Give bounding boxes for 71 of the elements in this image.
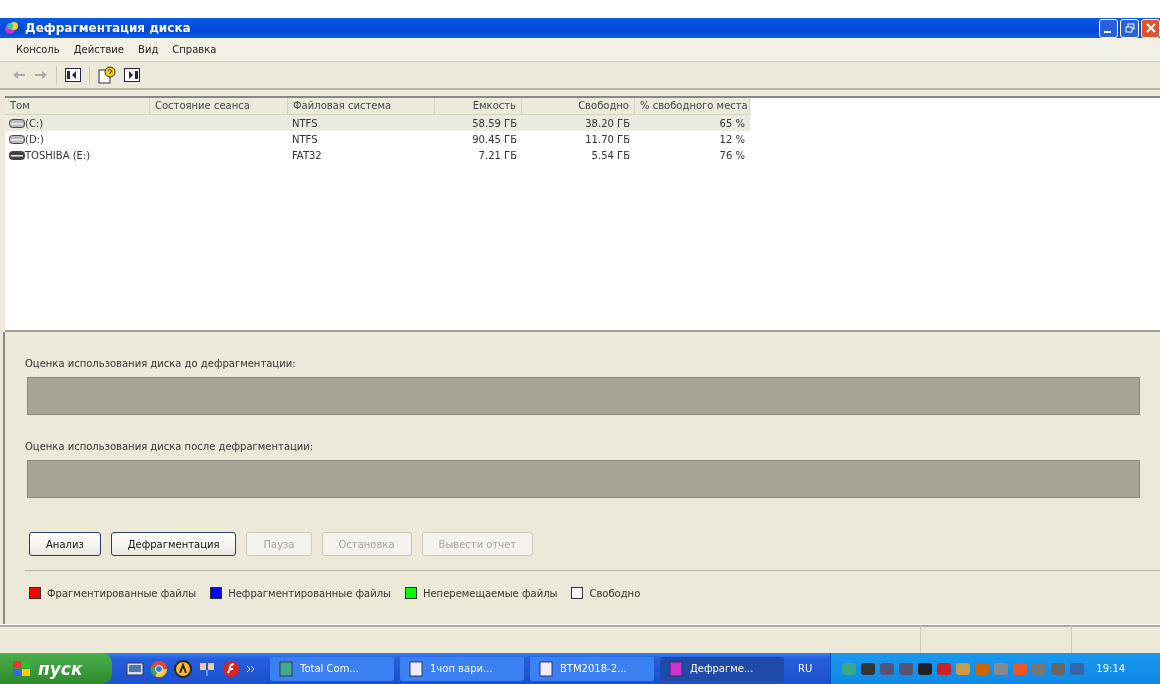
table-cell: 76 %	[719, 149, 745, 161]
restore-icon	[1124, 23, 1135, 33]
after-label: Оценка использования диска после дефрагментации:	[25, 441, 315, 452]
start-button[interactable]: пуск	[0, 653, 112, 684]
tray-icon[interactable]	[879, 660, 896, 677]
desktop-icon[interactable]	[126, 660, 144, 677]
menu-item[interactable]: Вид	[138, 44, 159, 55]
legend-label: Фрагментированные файлы	[47, 587, 197, 599]
table-cell: 58.59 ГБ	[472, 117, 517, 129]
table-cell: NTFS	[292, 133, 318, 145]
circle-app-icon[interactable]	[174, 659, 192, 678]
app-icon	[668, 660, 684, 677]
action-pane-icon[interactable]	[124, 68, 140, 82]
taskbar-button[interactable]: BTM2018-2...	[530, 656, 654, 681]
taskbar-button[interactable]: Дефрагме...	[660, 656, 784, 681]
table-cell: NTFS	[292, 117, 318, 129]
table-cell: FAT32	[292, 149, 322, 161]
help-icon[interactable]	[98, 66, 116, 84]
table-cell: 38.20 ГБ	[585, 117, 630, 129]
table-cell: 11.70 ГБ	[585, 133, 630, 145]
drive-icon	[9, 118, 25, 128]
column-header[interactable]: % свободного места	[635, 98, 750, 114]
table-cell: 65 %	[719, 117, 745, 129]
drive-icon	[9, 134, 25, 144]
minimize-icon	[1104, 30, 1111, 33]
tray-icon[interactable]	[898, 660, 915, 677]
column-header[interactable]: Том	[5, 98, 150, 114]
windows-logo-icon	[12, 659, 32, 678]
drive-icon	[9, 150, 25, 160]
app-icon	[408, 660, 424, 677]
table-cell: 90.45 ГБ	[472, 133, 517, 145]
browser-icon[interactable]	[150, 659, 168, 678]
table-row[interactable]: (C:) NTFS 58.59 ГБ 38.20 ГБ 65 %	[5, 115, 750, 131]
close-icon	[1145, 23, 1156, 33]
taskbar-button[interactable]: 1чоп вари...	[400, 656, 524, 681]
action-button[interactable]: Дефрагментация	[110, 532, 237, 556]
app-icon	[278, 660, 294, 677]
flash-icon[interactable]	[222, 659, 240, 678]
column-header[interactable]: Свободно	[522, 98, 635, 114]
table-cell: 5.54 ГБ	[591, 149, 630, 161]
app-icon	[538, 660, 554, 677]
clock: 19:14	[1096, 663, 1126, 674]
menu-item[interactable]: Консоль	[16, 44, 60, 55]
column-header[interactable]: Состояние сеанса	[150, 98, 288, 114]
table-cell: (C:)	[25, 117, 44, 129]
column-header[interactable]: Емкость	[435, 98, 522, 114]
window-title: Дефрагментация диска	[25, 21, 192, 35]
legend-label: Свободно	[589, 587, 641, 599]
restore-button[interactable]	[1120, 18, 1139, 38]
before-label: Оценка использования диска до дефрагментации:	[25, 358, 297, 369]
app-icon	[4, 20, 20, 36]
language-indicator[interactable]: RU	[790, 663, 821, 674]
menu-item[interactable]: Действие	[73, 44, 124, 55]
taskbar-button[interactable]: Total Com...	[270, 656, 394, 681]
table-row[interactable]: (D:) NTFS 90.45 ГБ 11.70 ГБ 12 %	[5, 131, 750, 147]
tray-icon[interactable]	[917, 660, 934, 677]
table-row[interactable]: TOSHIBA (E:) FAT32 7.21 ГБ 5.54 ГБ 76 %	[5, 147, 750, 163]
column-header[interactable]: Файловая система	[288, 98, 435, 114]
menu-item[interactable]: Справка	[172, 44, 217, 55]
table-cell: TOSHIBA (E:)	[25, 149, 91, 161]
chevron-icon[interactable]	[246, 663, 256, 674]
table-cell: (D:)	[25, 133, 44, 145]
minimize-button[interactable]	[1099, 18, 1118, 38]
action-button[interactable]: Анализ	[29, 532, 101, 556]
close-button[interactable]	[1141, 18, 1160, 38]
legend-label: Неперемещаемые файлы	[422, 587, 558, 599]
table-cell: 12 %	[719, 133, 745, 145]
legend-label: Нефрагментированные файлы	[228, 587, 391, 599]
console-tree-icon[interactable]	[65, 68, 81, 82]
table-cell: 7.21 ГБ	[478, 149, 517, 161]
tray-icon[interactable]	[860, 660, 877, 677]
